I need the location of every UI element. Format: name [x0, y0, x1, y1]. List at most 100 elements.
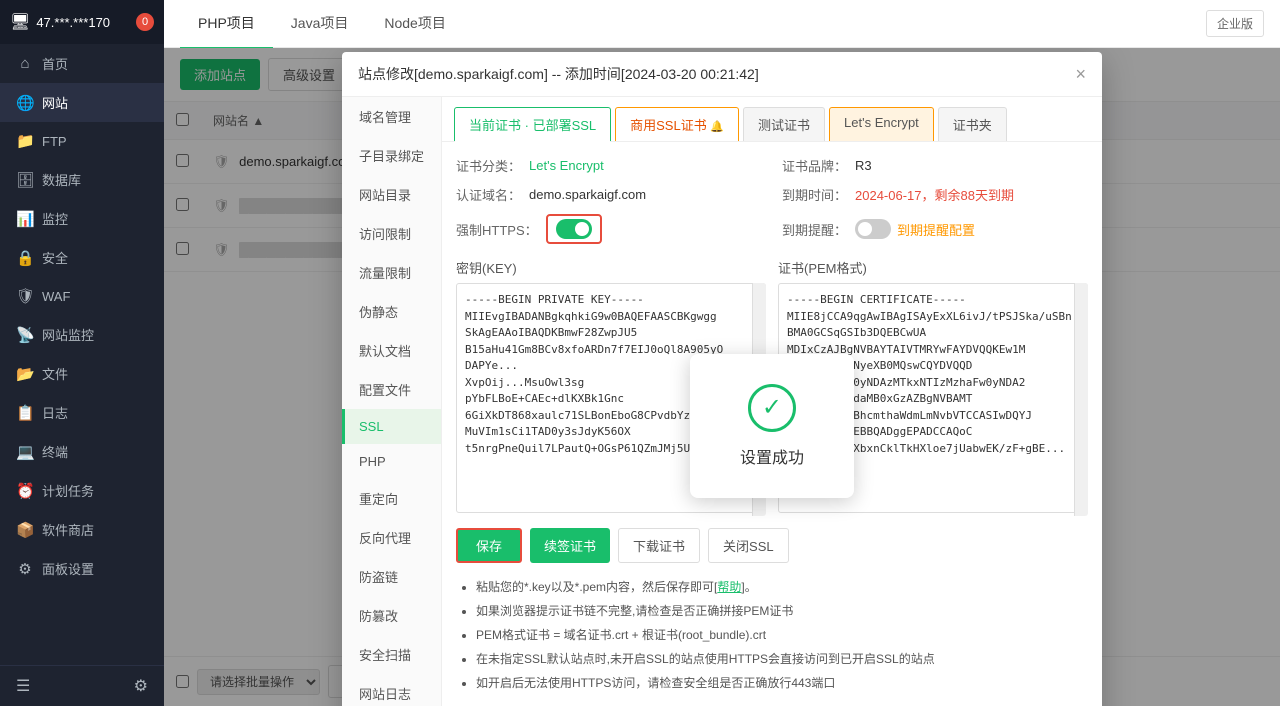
server-icon: 🖥 [10, 12, 30, 32]
https-toggle-container [546, 214, 602, 244]
cert-expire-label: 到期时间： [782, 185, 847, 204]
note-item: 在未指定SSL默认站点时,未开启SSL的站点使用HTTPS会直接访问到已开启SS… [476, 647, 1088, 671]
sidebar-item-label: FTP [42, 134, 67, 149]
sidenav-item-reverse-proxy[interactable]: 反向代理 [342, 518, 441, 557]
sidebar-item-files[interactable]: 📂 文件 [0, 354, 164, 393]
ssl-content: 证书分类： Let's Encrypt 证书品牌： R3 认证域名： demo.… [442, 142, 1102, 706]
cert-expire-row: 到期时间： 2024-06-17，剩余88天到期 [782, 185, 1088, 204]
notification-badge[interactable]: 0 [136, 13, 154, 31]
ssl-tab-cert-store[interactable]: 证书夹 [938, 107, 1007, 141]
sidenav-item-php[interactable]: PHP [342, 444, 441, 479]
ssl-tab-current[interactable]: 当前证书 · 已部署SSL [454, 107, 611, 141]
remind-toggle-container: 到期提醒配置 [855, 219, 975, 239]
sidebar-item-label: 网站监控 [42, 325, 94, 344]
ssl-tab-lets-encrypt[interactable]: Let's Encrypt [829, 107, 934, 141]
modal-sidenav: 域名管理 子目录绑定 网站目录 访问限制 流量限制 伪静态 默认文档 配置文件 … [342, 97, 442, 706]
sidebar-item-label: WAF [42, 289, 70, 304]
sidenav-item-traffic[interactable]: 流量限制 [342, 253, 441, 292]
sidebar-item-appstore[interactable]: 📦 软件商店 [0, 510, 164, 549]
success-text: 设置成功 [740, 444, 804, 468]
sidebar: 🖥 47.***.***170 0 ⌂ 首页 🌐 网站 📁 FTP 🗄 数据库 … [0, 0, 164, 706]
topnav: PHP项目 Java项目 Node项目 企业版 [164, 0, 1280, 48]
sidenav-item-hotlink[interactable]: 防盗链 [342, 557, 441, 596]
ssl-tabs: 当前证书 · 已部署SSL 商用SSL证书 🔔 测试证书 Let's Encry… [442, 97, 1102, 142]
sidenav-item-config[interactable]: 配置文件 [342, 370, 441, 409]
sidebar-item-home[interactable]: ⌂ 首页 [0, 44, 164, 83]
tab-java[interactable]: Java项目 [273, 0, 367, 49]
renew-button[interactable]: 续签证书 [530, 528, 610, 563]
modal-title: 站点修改[demo.sparkaigf.com] -- 添加时间[2024-03… [358, 64, 759, 84]
sidebar-item-waf[interactable]: 🛡 WAF [0, 277, 164, 315]
server-ip: 47.***.***170 [36, 15, 110, 30]
sidebar-item-panel-settings[interactable]: ⚙ 面板设置 [0, 549, 164, 588]
sidebar-item-label: 日志 [42, 403, 68, 422]
sidebar-item-label: 文件 [42, 364, 68, 383]
sidebar-item-site-monitor[interactable]: 📡 网站监控 [0, 315, 164, 354]
cert-brand-value: R3 [855, 158, 872, 173]
modal-overlay: 站点修改[demo.sparkaigf.com] -- 添加时间[2024-03… [164, 48, 1280, 706]
sidebar-item-ftp[interactable]: 📁 FTP [0, 122, 164, 160]
cert-remind-label: 到期提醒： [782, 220, 847, 239]
tab-node[interactable]: Node项目 [366, 0, 463, 49]
monitor-icon: 📊 [16, 210, 34, 228]
download-button[interactable]: 下载证书 [618, 528, 700, 563]
menu-icon[interactable]: ☰ [16, 676, 30, 696]
save-button[interactable]: 保存 [456, 528, 522, 563]
sidebar-item-logs[interactable]: 📋 日志 [0, 393, 164, 432]
settings-icon[interactable]: ⚙ [134, 676, 148, 696]
main-area: PHP项目 Java项目 Node项目 企业版 添加站点 高级设置 ▾ 漏洞扫描… [164, 0, 1280, 706]
content-area: 添加站点 高级设置 ▾ 漏洞扫描 0 网站名 ▲ 状态 ▼ [164, 48, 1280, 706]
cert-https-label: 强制HTTPS： [456, 220, 538, 239]
sidebar-item-label: 首页 [42, 54, 68, 73]
ssl-modal: 站点修改[demo.sparkaigf.com] -- 添加时间[2024-03… [342, 52, 1102, 706]
sidebar-item-security[interactable]: 🔒 安全 [0, 238, 164, 277]
sidebar-item-label: 监控 [42, 209, 68, 228]
ssl-tab-test[interactable]: 测试证书 [743, 107, 825, 141]
appstore-icon: 📦 [16, 521, 34, 539]
modal-header: 站点修改[demo.sparkaigf.com] -- 添加时间[2024-03… [342, 52, 1102, 97]
security-icon: 🔒 [16, 249, 34, 267]
remind-config-link[interactable]: 到期提醒配置 [897, 220, 975, 239]
sidebar-item-label: 数据库 [42, 170, 81, 189]
cert-brand-row: 证书品牌： R3 [782, 156, 1088, 175]
sidebar-item-label: 软件商店 [42, 520, 94, 539]
sidenav-item-redirect[interactable]: 重定向 [342, 479, 441, 518]
sidenav-item-subdir[interactable]: 子目录绑定 [342, 136, 441, 175]
terminal-icon: 💻 [16, 443, 34, 461]
sidenav-item-site-log[interactable]: 网站日志 [342, 674, 441, 706]
tab-php[interactable]: PHP项目 [180, 0, 273, 49]
sidebar-item-scheduled[interactable]: ⏰ 计划任务 [0, 471, 164, 510]
sidenav-item-default-doc[interactable]: 默认文档 [342, 331, 441, 370]
sidenav-item-ssl[interactable]: SSL [342, 409, 441, 444]
ssl-actions: 保存 续签证书 下载证书 关闭SSL [456, 528, 1088, 563]
cert-https-row: 强制HTTPS： [456, 214, 762, 244]
sidenav-item-security-scan[interactable]: 安全扫描 [342, 635, 441, 674]
website-icon: 🌐 [16, 94, 34, 112]
sidenav-item-webdir[interactable]: 网站目录 [342, 175, 441, 214]
close-ssl-button[interactable]: 关闭SSL [708, 528, 789, 563]
sidebar-item-label: 终端 [42, 442, 68, 461]
sidebar-header: 🖥 47.***.***170 0 [0, 0, 164, 44]
sidebar-bottom: ☰ ⚙ [0, 665, 164, 706]
sidebar-item-label: 计划任务 [42, 481, 94, 500]
note-item: 粘贴您的*.key以及*.pem内容，然后保存即可[帮助]。 [476, 575, 1088, 599]
sidenav-item-tamper[interactable]: 防篡改 [342, 596, 441, 635]
enterprise-btn[interactable]: 企业版 [1206, 10, 1264, 37]
sidebar-item-database[interactable]: 🗄 数据库 [0, 160, 164, 199]
database-icon: 🗄 [16, 171, 34, 189]
https-toggle[interactable] [556, 219, 592, 239]
pem-scrollbar[interactable] [1074, 283, 1088, 516]
sidebar-item-website[interactable]: 🌐 网站 [0, 83, 164, 122]
sidenav-item-domain[interactable]: 域名管理 [342, 97, 441, 136]
sidenav-item-access[interactable]: 访问限制 [342, 214, 441, 253]
sidebar-item-terminal[interactable]: 💻 终端 [0, 432, 164, 471]
sidebar-item-monitor[interactable]: 📊 监控 [0, 199, 164, 238]
ftp-icon: 📁 [16, 132, 34, 150]
sidenav-item-static[interactable]: 伪静态 [342, 292, 441, 331]
remind-toggle[interactable] [855, 219, 891, 239]
ssl-tab-commercial[interactable]: 商用SSL证书 🔔 [615, 107, 739, 141]
modal-close-button[interactable]: × [1075, 65, 1086, 83]
success-icon: ✓ [748, 384, 796, 432]
cert-type-label: 证书分类： [456, 156, 521, 175]
help-link[interactable]: 帮助 [717, 580, 741, 594]
